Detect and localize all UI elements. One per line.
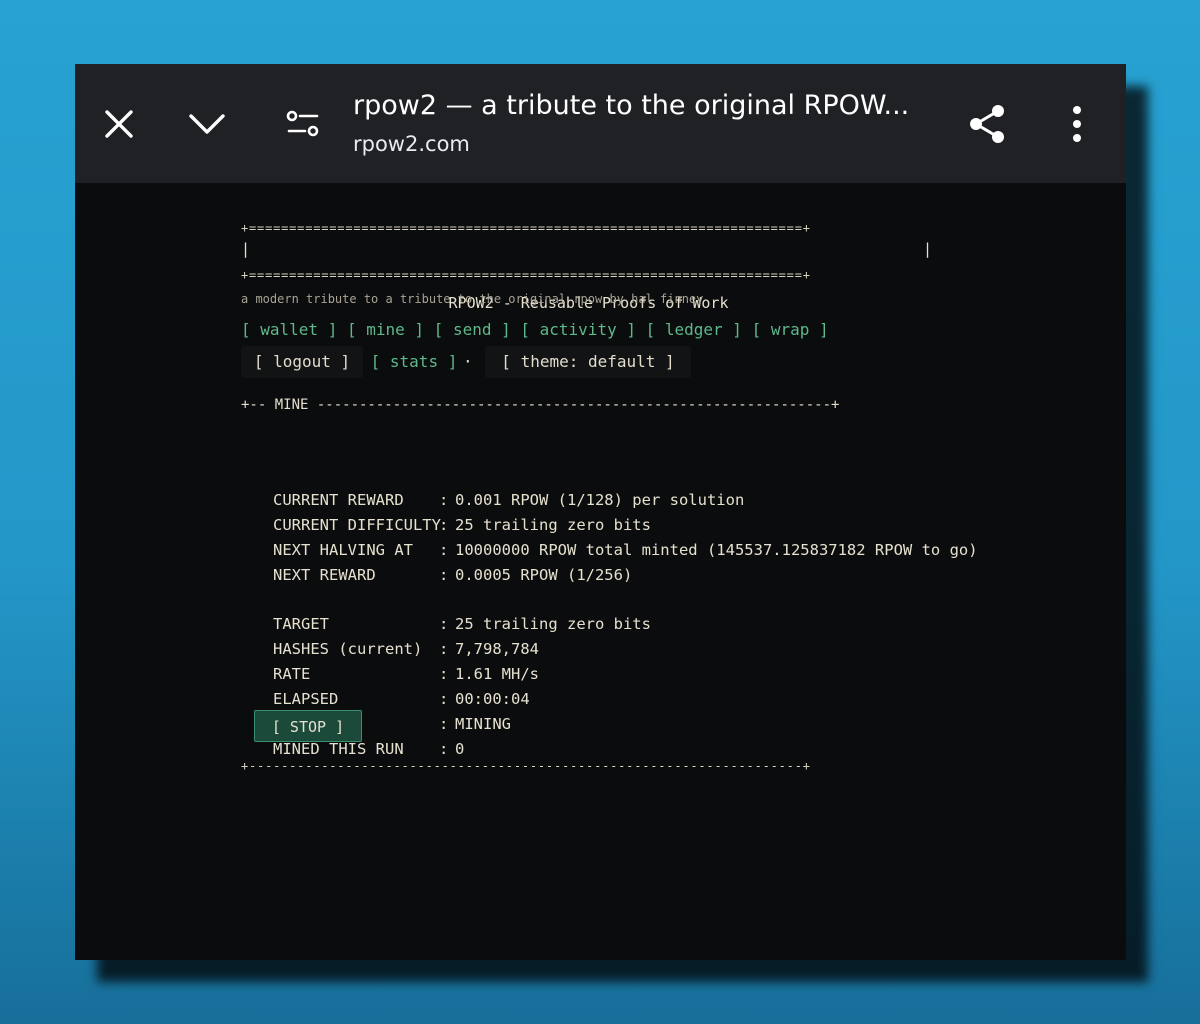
nav-activity[interactable]: [ activity ] xyxy=(520,320,636,339)
page-content: +=======================================… xyxy=(75,183,1126,960)
secondary-nav: [ logout ] [ stats ] · [ theme: default … xyxy=(241,346,691,378)
page-title: rpow2 — a tribute to the original RPOW..… xyxy=(353,90,910,121)
mine-section-header: +-- MINE -------------------------------… xyxy=(241,397,840,413)
stat-value: MINING xyxy=(455,715,511,733)
stat-value: 00:00:04 xyxy=(455,690,530,708)
browser-window: rpow2 — a tribute to the original RPOW..… xyxy=(75,64,1126,960)
tagline: a modern tribute to a tribute to the ori… xyxy=(241,292,704,306)
stat-value: 1.61 MH/s xyxy=(455,665,539,683)
stat-current-reward: CURRENT REWARD:0.001 RPOW (1/128) per so… xyxy=(273,491,745,509)
title-rule-bottom: +=======================================… xyxy=(241,268,811,282)
share-icon[interactable] xyxy=(965,102,1009,146)
nav-ledger[interactable]: [ ledger ] xyxy=(646,320,742,339)
title-bar-left: | xyxy=(241,240,251,258)
logout-button[interactable]: [ logout ] xyxy=(241,346,363,378)
stat-value: 0.001 RPOW (1/128) per solution xyxy=(455,491,745,509)
stat-value: 25 trailing zero bits xyxy=(455,516,651,534)
stat-value: 0.0005 RPOW (1/256) xyxy=(455,566,633,584)
stat-value: 0 xyxy=(455,740,465,758)
nav-mine[interactable]: [ mine ] xyxy=(347,320,424,339)
main-nav: [ wallet ] [ mine ] [ send ] [ activity … xyxy=(241,320,829,339)
browser-toolbar: rpow2 — a tribute to the original RPOW..… xyxy=(75,64,1126,183)
stop-button[interactable]: [ STOP ] xyxy=(254,710,362,742)
close-icon[interactable] xyxy=(101,106,137,142)
stat-target: TARGET:25 trailing zero bits xyxy=(273,615,651,633)
stat-value: 7,798,784 xyxy=(455,640,539,658)
nav-separator: · xyxy=(463,352,473,371)
page-url[interactable]: rpow2.com xyxy=(353,132,470,156)
title-rule-top: +=======================================… xyxy=(241,221,811,235)
stat-next-halving: NEXT HALVING AT:10000000 RPOW total mint… xyxy=(273,541,978,559)
nav-wallet[interactable]: [ wallet ] xyxy=(241,320,337,339)
title-bar-right: | xyxy=(922,240,932,258)
more-vert-icon[interactable] xyxy=(1065,104,1089,144)
stat-hashes: HASHES (current):7,798,784 xyxy=(273,640,539,658)
tune-icon[interactable] xyxy=(285,106,321,142)
chevron-down-icon[interactable] xyxy=(185,106,229,142)
nav-stats[interactable]: [ stats ] xyxy=(369,346,459,378)
stat-next-reward: NEXT REWARD:0.0005 RPOW (1/256) xyxy=(273,566,633,584)
stat-value: 10000000 RPOW total minted (145537.12583… xyxy=(455,541,978,559)
nav-wrap[interactable]: [ wrap ] xyxy=(752,320,829,339)
stat-current-difficulty: CURRENT DIFFICULTY: 25 trailing zero bits xyxy=(273,516,651,534)
nav-send[interactable]: [ send ] xyxy=(434,320,511,339)
theme-button[interactable]: [ theme: default ] xyxy=(485,346,691,378)
stat-rate: RATE:1.61 MH/s xyxy=(273,665,539,683)
stat-value: 25 trailing zero bits xyxy=(455,615,651,633)
mine-section-footer: +---------------------------------------… xyxy=(241,759,811,773)
